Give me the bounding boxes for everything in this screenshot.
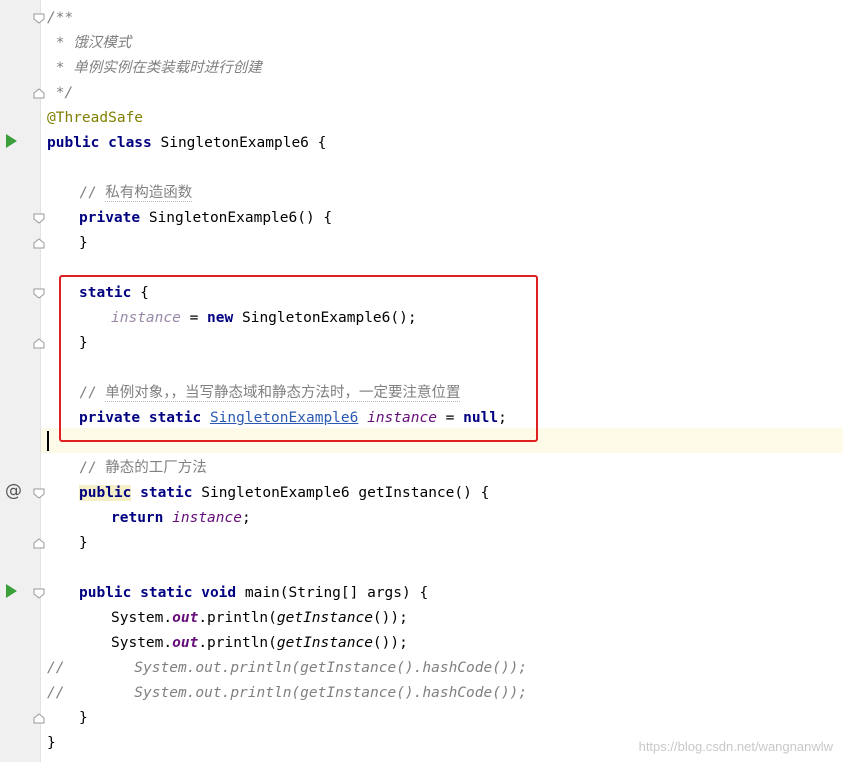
call-end: ());	[372, 610, 408, 626]
code-line[interactable]: public class SingletonExample6 {	[47, 131, 326, 156]
code-line[interactable]: public static void main(String[] args) {	[79, 581, 428, 606]
static-field: out	[172, 610, 199, 626]
constructor-declaration: SingletonExample6() {	[140, 210, 333, 226]
fold-open-icon[interactable]	[33, 288, 45, 299]
doc-comment-star: *	[47, 35, 74, 51]
keyword: return	[111, 510, 164, 526]
code-line[interactable]: System.out.println(getInstance());	[111, 631, 408, 656]
editor-gutter	[0, 0, 41, 762]
code-line[interactable]: // System.out.println(getInstance().hash…	[47, 656, 527, 681]
doc-comment-text: 单例实例在类装载时进行创建	[73, 60, 262, 76]
brace: }	[79, 235, 88, 251]
static-method-call: getInstance	[276, 635, 373, 651]
call-end: ());	[372, 635, 408, 651]
fold-close-icon[interactable]	[33, 713, 45, 724]
code-line[interactable]: System.out.println(getInstance());	[111, 606, 408, 631]
method-declaration: SingletonExample6 getInstance() {	[192, 485, 490, 501]
code-line[interactable]: public static SingletonExample6 getInsta…	[79, 481, 489, 506]
run-class-icon[interactable]	[6, 134, 17, 148]
static-field: out	[172, 635, 199, 651]
override-at-icon[interactable]: @	[5, 481, 22, 501]
code-line[interactable]: * 饿汉模式	[47, 31, 131, 56]
field-reference: instance	[172, 510, 242, 526]
commented-code: // System.out.println(getInstance().hash…	[47, 660, 528, 676]
keyword-highlighted: public	[79, 485, 132, 501]
method-call: .println(	[198, 610, 277, 626]
code-line[interactable]: // 静态的工厂方法	[79, 456, 207, 481]
doc-comment-close: */	[47, 85, 74, 101]
code-line[interactable]: }	[79, 231, 88, 256]
watermark: https://blog.csdn.net/wangnanwlw	[638, 739, 833, 754]
fold-close-icon[interactable]	[33, 338, 45, 349]
comment-slashes: //	[79, 185, 106, 201]
keyword: private	[79, 210, 141, 226]
code-line[interactable]: // 私有构造函数	[79, 181, 193, 206]
code-line[interactable]: return instance;	[111, 506, 251, 531]
fold-open-icon[interactable]	[33, 213, 45, 224]
code-line[interactable]: private SingletonExample6() {	[79, 206, 332, 231]
doc-comment-text: 饿汉模式	[73, 35, 132, 51]
class-ref: System.	[111, 610, 173, 626]
code-line[interactable]: }	[79, 706, 88, 731]
text-caret	[47, 431, 49, 451]
fold-close-icon[interactable]	[33, 538, 45, 549]
code-line[interactable]: // System.out.println(getInstance().hash…	[47, 681, 527, 706]
semicolon: ;	[241, 510, 251, 526]
fold-open-icon[interactable]	[33, 13, 45, 24]
class-ref: System.	[111, 635, 173, 651]
brace: }	[79, 710, 88, 726]
highlight-box	[59, 275, 538, 442]
code-line[interactable]: }	[47, 731, 56, 756]
doc-comment-open: /**	[47, 10, 74, 26]
brace: }	[79, 535, 88, 551]
comment-slashes: //	[79, 460, 106, 476]
comment-text: 静态的工厂方法	[105, 460, 207, 476]
fold-close-icon[interactable]	[33, 88, 45, 99]
annotation-threadsafe: @ThreadSafe	[47, 110, 144, 126]
brace: }	[47, 735, 56, 751]
code-line[interactable]: /**	[47, 6, 73, 31]
keyword: static	[131, 485, 193, 501]
method-call: .println(	[198, 635, 277, 651]
doc-comment-star: *	[47, 60, 74, 76]
code-line[interactable]: }	[79, 531, 88, 556]
method-declaration: main(String[] args) {	[236, 585, 429, 601]
fold-close-icon[interactable]	[33, 238, 45, 249]
keyword: public static void	[79, 585, 237, 601]
comment-text: 私有构造函数	[105, 185, 193, 202]
commented-code: // System.out.println(getInstance().hash…	[47, 685, 528, 701]
code-line[interactable]: * 单例实例在类装载时进行创建	[47, 56, 262, 81]
class-declaration: SingletonExample6 {	[151, 135, 327, 151]
fold-open-icon[interactable]	[33, 588, 45, 599]
code-line[interactable]: @ThreadSafe	[47, 106, 143, 131]
code-line[interactable]: */	[47, 81, 73, 106]
static-method-call: getInstance	[276, 610, 373, 626]
run-main-icon[interactable]	[6, 584, 17, 598]
fold-open-icon[interactable]	[33, 488, 45, 499]
keyword: public class	[47, 135, 152, 151]
